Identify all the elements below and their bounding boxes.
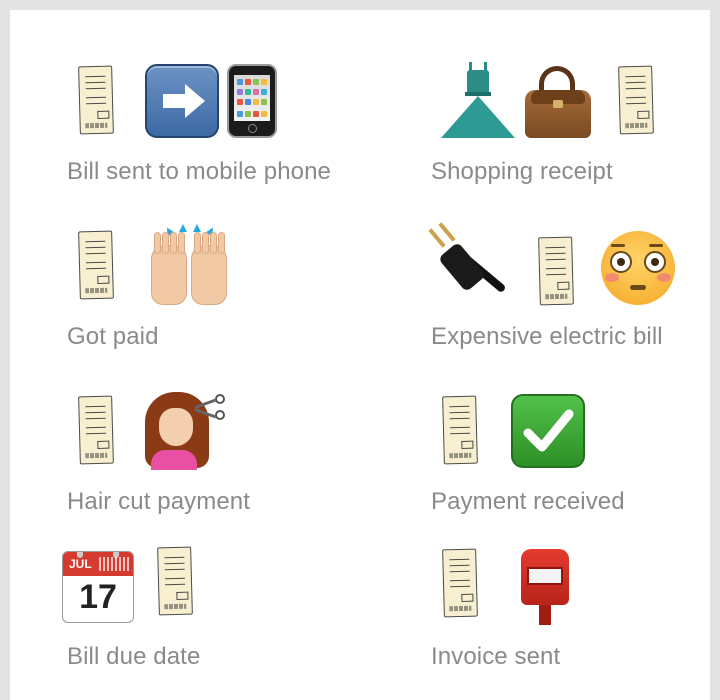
item-label: Shopping receipt <box>431 158 613 185</box>
handbag-icon <box>521 64 595 140</box>
item-label: Expensive electric bill <box>431 323 663 350</box>
receipt-icon <box>442 395 478 465</box>
list-item: Expensive electric bill <box>428 222 701 367</box>
receipt-icon <box>538 236 574 306</box>
item-label: Invoice sent <box>431 643 561 670</box>
item-label: Got paid <box>67 323 159 350</box>
flushed-face-icon <box>601 231 675 305</box>
receipt-icon <box>78 230 114 300</box>
postbox-icon <box>515 549 579 629</box>
receipt-icon <box>442 548 478 618</box>
list-item: Shopping receipt <box>431 62 701 202</box>
calendar-month: JUL <box>69 557 92 571</box>
raised-hands-icon <box>147 224 229 307</box>
electric-plug-icon <box>428 222 515 307</box>
dress-icon <box>441 62 515 140</box>
calendar-icon: JUL 17 <box>62 551 134 623</box>
list-item: Hair cut payment <box>67 392 387 532</box>
item-label: Bill due date <box>67 643 201 670</box>
mobile-phone-icon <box>227 64 277 138</box>
list-item: JUL 17 Bill due date <box>62 545 382 685</box>
receipt-icon <box>618 65 654 135</box>
haircut-icon <box>145 392 235 472</box>
calendar-day: 17 <box>79 578 117 616</box>
item-label: Bill sent to mobile phone <box>67 158 331 185</box>
check-mark-button-icon <box>511 394 585 468</box>
emoji-list-card: Bill sent to mobile phone Shopping recei… <box>10 10 710 700</box>
receipt-icon <box>78 395 114 465</box>
list-item: Bill sent to mobile phone <box>67 62 387 202</box>
right-arrow-icon <box>145 64 219 138</box>
receipt-icon <box>78 65 114 135</box>
item-label: Payment received <box>431 488 625 515</box>
receipt-icon <box>157 546 193 616</box>
item-label: Hair cut payment <box>67 488 251 515</box>
list-item: Payment received <box>431 392 701 532</box>
list-item: Invoice sent <box>431 545 701 685</box>
list-item: Got paid <box>67 224 387 367</box>
